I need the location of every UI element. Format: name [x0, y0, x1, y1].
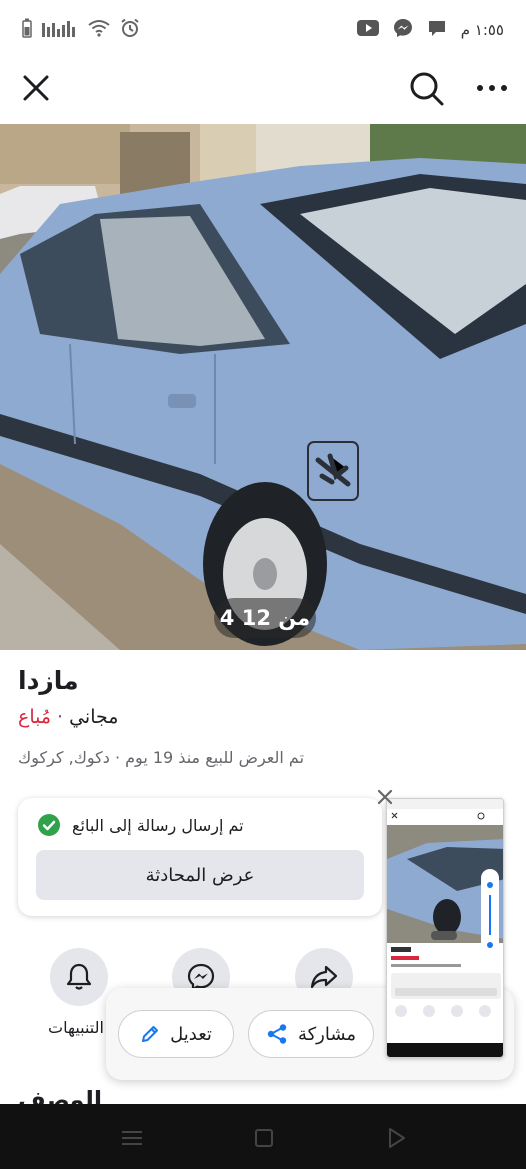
- battery-icon: [22, 18, 32, 42]
- edit-button[interactable]: تعديل: [118, 1010, 234, 1058]
- screenshot-thumbnail[interactable]: [386, 798, 504, 1058]
- screenshot-preview-image: [387, 799, 503, 1057]
- listing-meta: تم العرض للبيع منذ 19 يوم · دكوك, كركوك: [18, 748, 305, 767]
- view-conversation-button[interactable]: عرض المحادثة: [36, 850, 364, 900]
- status-bar: ١:٥٥ م: [0, 0, 526, 58]
- bell-icon: [66, 963, 92, 990]
- close-icon: [23, 75, 49, 101]
- messenger-icon: [187, 963, 215, 991]
- listing-title: مازدا: [18, 666, 79, 695]
- check-circle-icon: [38, 814, 60, 836]
- message-sent-text: تم إرسال رسالة إلى البائع: [72, 816, 244, 835]
- alerts-label: التنبيهات: [48, 1018, 104, 1037]
- sold-badge: مُباع: [18, 706, 52, 728]
- more-options-button[interactable]: [472, 70, 512, 106]
- edit-label: تعديل: [170, 1023, 212, 1045]
- listing-status-line: مجاني · مُباع: [18, 706, 118, 728]
- close-small-icon: [377, 789, 393, 805]
- signal-icon: [42, 19, 78, 41]
- more-icon: [477, 85, 507, 91]
- car-photo-image: [0, 124, 526, 650]
- listing-photo[interactable]: [0, 124, 526, 650]
- back-triangle-icon: [389, 1128, 405, 1148]
- top-app-bar: [0, 58, 526, 124]
- chat-bubble-icon: [427, 18, 447, 42]
- status-separator: ·: [57, 706, 64, 728]
- share-nodes-icon: [267, 1024, 287, 1044]
- listing-price: مجاني: [69, 706, 119, 728]
- recents-button[interactable]: [120, 1126, 144, 1150]
- wifi-icon: [88, 19, 110, 41]
- alerts-button[interactable]: [50, 948, 108, 1006]
- status-bar-right: ١:٥٥ م: [356, 18, 504, 42]
- search-icon: [410, 72, 444, 106]
- messenger-status-icon: [393, 18, 413, 42]
- share-button[interactable]: مشاركة: [248, 1010, 374, 1058]
- alarm-icon: [120, 18, 140, 42]
- photo-counter: 4 من 12: [214, 598, 316, 638]
- status-bar-left: [22, 18, 140, 42]
- back-button[interactable]: [384, 1126, 408, 1150]
- close-button[interactable]: [18, 70, 54, 106]
- home-square-icon: [255, 1129, 273, 1147]
- status-time: ١:٥٥ م: [460, 21, 504, 39]
- home-button[interactable]: [252, 1126, 276, 1150]
- search-button[interactable]: [406, 68, 446, 108]
- share-label: مشاركة: [297, 1023, 357, 1045]
- share-arrow-icon: [310, 965, 338, 989]
- youtube-icon: [356, 20, 379, 40]
- menu-lines-icon: [122, 1131, 142, 1145]
- system-nav-bar: [0, 1104, 526, 1169]
- message-sent-card: تم إرسال رسالة إلى البائع عرض المحادثة: [18, 798, 382, 916]
- pencil-icon: [142, 1026, 159, 1042]
- thumbnail-close-button[interactable]: [374, 786, 396, 808]
